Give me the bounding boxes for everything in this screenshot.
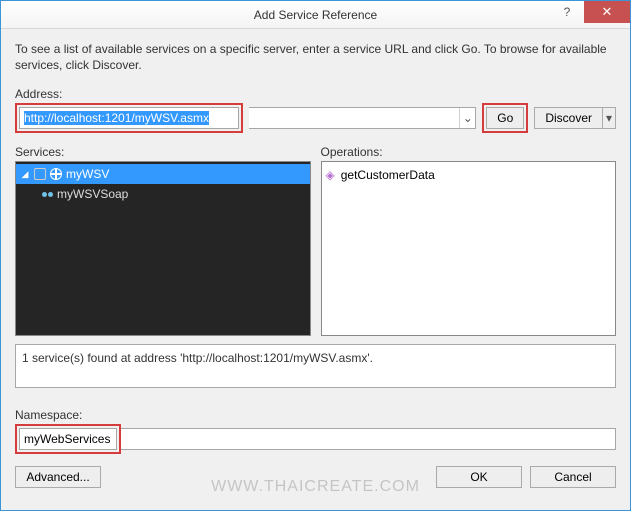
endpoint-icon (42, 192, 53, 197)
namespace-row (15, 424, 616, 454)
help-button[interactable]: ? (550, 1, 584, 23)
expander-icon[interactable]: ◢ (20, 169, 30, 180)
tree-item-label: myWSV (66, 167, 109, 181)
address-input-ext[interactable] (249, 108, 459, 128)
operations-label: Operations: (321, 145, 617, 159)
dialog-content: To see a list of available services on a… (1, 29, 630, 498)
discover-split-button[interactable]: Discover ▾ (534, 107, 616, 129)
go-button[interactable]: Go (486, 107, 524, 129)
namespace-input[interactable] (19, 428, 117, 450)
go-highlight: Go (482, 103, 528, 133)
namespace-label: Namespace: (15, 408, 616, 422)
window-title: Add Service Reference (254, 8, 377, 22)
gear-icon (34, 168, 46, 180)
address-combo-ext[interactable]: ⌄ (249, 107, 476, 129)
operations-panel: Operations: ◈ getCustomerData (321, 145, 617, 336)
tree-item-root[interactable]: ◢ myWSV (16, 164, 310, 184)
titlebar: Add Service Reference ? ✕ (1, 1, 630, 29)
status-text: 1 service(s) found at address 'http://lo… (22, 351, 373, 365)
panels-row: Services: ◢ myWSV myWSVSoap Operations: (15, 145, 616, 336)
address-input[interactable] (20, 108, 238, 128)
close-button[interactable]: ✕ (584, 1, 630, 23)
list-item[interactable]: ◈ getCustomerData (326, 166, 612, 184)
globe-icon (50, 168, 62, 180)
advanced-button[interactable]: Advanced... (15, 466, 101, 488)
footer-row: Advanced... OK Cancel (15, 466, 616, 488)
dialog-window: Add Service Reference ? ✕ To see a list … (0, 0, 631, 511)
address-combo[interactable] (19, 107, 239, 129)
method-icon: ◈ (326, 168, 335, 182)
namespace-highlight (15, 424, 121, 454)
tree-item-child[interactable]: myWSVSoap (16, 184, 310, 204)
tree-item-label: myWSVSoap (57, 187, 128, 201)
titlebar-controls: ? ✕ (550, 1, 630, 23)
services-panel: Services: ◢ myWSV myWSVSoap (15, 145, 311, 336)
discover-button[interactable]: Discover (534, 107, 602, 129)
chevron-down-icon[interactable]: ⌄ (459, 108, 475, 128)
services-label: Services: (15, 145, 311, 159)
ok-button[interactable]: OK (436, 466, 522, 488)
operations-list[interactable]: ◈ getCustomerData (321, 161, 617, 336)
cancel-button[interactable]: Cancel (530, 466, 616, 488)
namespace-input-ext[interactable] (121, 428, 616, 450)
discover-caret[interactable]: ▾ (602, 107, 616, 129)
services-tree[interactable]: ◢ myWSV myWSVSoap (15, 161, 311, 336)
intro-text: To see a list of available services on a… (15, 41, 616, 73)
operation-label: getCustomerData (341, 168, 435, 182)
address-highlight (15, 103, 243, 133)
address-label: Address: (15, 87, 616, 101)
address-row: ⌄ Go Discover ▾ (15, 103, 616, 133)
status-box: 1 service(s) found at address 'http://lo… (15, 344, 616, 388)
